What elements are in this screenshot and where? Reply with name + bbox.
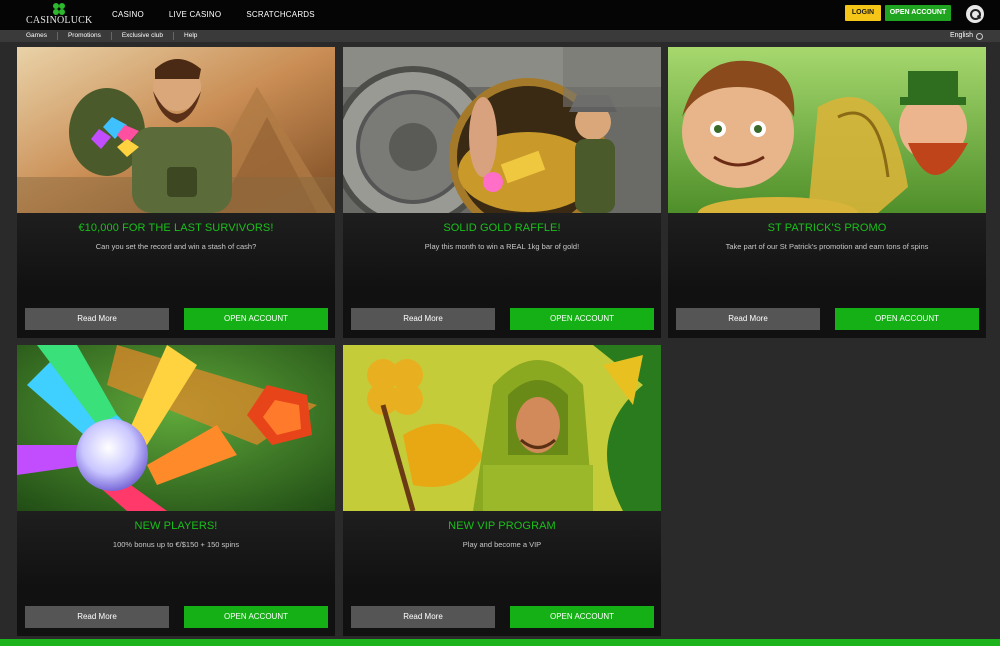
subnav-exclusive-club[interactable]: Exclusive club [110,32,173,40]
subnav-games[interactable]: Games [16,32,57,40]
promo-title: ST PATRICK'S PROMO [767,222,887,234]
nav-scratchcards[interactable]: SCRATCHCARDS [246,0,314,30]
language-label: English [950,32,973,39]
secondary-navigation-bar: Games Promotions Exclusive club Help Eng… [0,30,1000,42]
promo-art-survivors [17,47,335,213]
globe-icon [975,32,983,40]
promo-card-survivors: €10,000 FOR THE LAST SURVIVORS! Can you … [17,47,335,338]
open-account-button[interactable]: OPEN ACCOUNT [184,606,328,628]
promo-description: Play and become a VIP [462,540,542,549]
promo-art-new-players [17,345,335,511]
clover-icon [53,3,65,15]
subnav-promotions[interactable]: Promotions [56,32,111,40]
subnav-help[interactable]: Help [173,32,207,40]
nav-casino[interactable]: CASINO [112,0,144,30]
language-selector[interactable]: English [950,30,983,42]
read-more-button[interactable]: Read More [25,606,169,628]
open-account-button[interactable]: OPEN ACCOUNT [184,308,328,330]
sub-nav: Games Promotions Exclusive club Help [16,30,207,42]
promo-art-vip-program [343,345,661,511]
promo-description: Take part of our St Patrick's promotion … [725,242,929,251]
promo-art-st-patricks [668,47,986,213]
promo-card-st-patricks: ST PATRICK'S PROMO Take part of our St P… [668,47,986,338]
promo-description: 100% bonus up to €/$150 + 150 spins [112,540,240,549]
promo-title: €10,000 FOR THE LAST SURVIVORS! [78,222,274,234]
promo-title: NEW PLAYERS! [134,520,218,532]
promo-card-vip-program: NEW VIP PROGRAM Play and become a VIP Re… [343,345,661,636]
main-nav: CASINO LIVE CASINO SCRATCHCARDS [112,0,340,30]
read-more-button[interactable]: Read More [351,308,495,330]
bottom-accent-bar [0,639,1000,646]
top-navigation-bar: CASINOLUCK CASINO LIVE CASINO SCRATCHCAR… [0,0,1000,30]
promo-title: NEW VIP PROGRAM [448,520,556,532]
promo-description: Can you set the record and win a stash o… [95,242,257,251]
logo-text: CASINOLUCK [26,15,93,26]
search-icon[interactable] [966,5,984,23]
open-account-button[interactable]: OPEN ACCOUNT [510,606,654,628]
read-more-button[interactable]: Read More [351,606,495,628]
promo-card-gold-raffle: SOLID GOLD RAFFLE! Play this month to wi… [343,47,661,338]
login-button[interactable]: LOGIN [845,5,881,21]
casinoluck-logo[interactable]: CASINOLUCK [26,3,92,27]
open-account-header-button[interactable]: OPEN ACCOUNT [885,5,951,21]
read-more-button[interactable]: Read More [25,308,169,330]
open-account-button[interactable]: OPEN ACCOUNT [835,308,979,330]
promo-card-new-players: NEW PLAYERS! 100% bonus up to €/$150 + 1… [17,345,335,636]
nav-live-casino[interactable]: LIVE CASINO [169,0,221,30]
promo-description: Play this month to win a REAL 1kg bar of… [424,242,580,251]
promo-title: SOLID GOLD RAFFLE! [443,222,561,234]
read-more-button[interactable]: Read More [676,308,820,330]
open-account-button[interactable]: OPEN ACCOUNT [510,308,654,330]
promo-art-gold-raffle [343,47,661,213]
